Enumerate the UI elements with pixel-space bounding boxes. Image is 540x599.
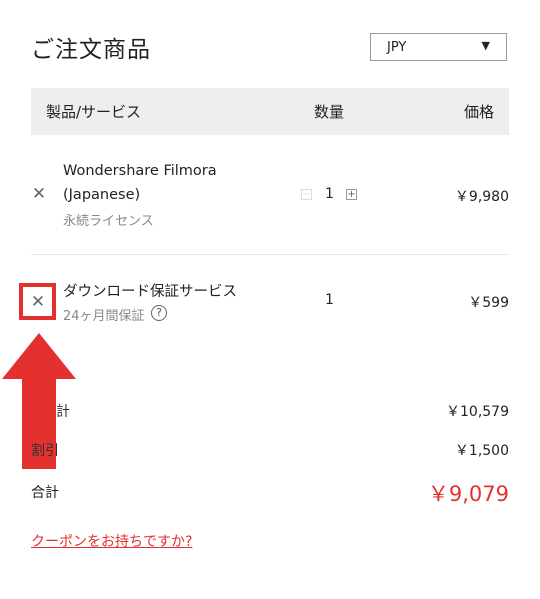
item-quantity: 1 <box>325 186 334 202</box>
total-value: ￥9,079 <box>427 482 509 506</box>
subtotal-value: ￥10,579 <box>446 404 509 420</box>
column-header-quantity: 数量 <box>314 103 345 121</box>
total-label: 合計 <box>31 485 59 501</box>
item-name-line1: ダウンロード保証サービス <box>63 284 237 300</box>
discount-label: 割引 <box>31 443 59 459</box>
page-title: ご注文商品 <box>31 37 151 63</box>
currency-select[interactable]: JPY ▼ <box>370 33 507 61</box>
column-header-product: 製品/サービス <box>46 103 142 121</box>
discount-value: ￥1,500 <box>454 443 509 459</box>
coupon-link[interactable]: クーポンをお持ちですか? <box>31 531 192 551</box>
annotation-highlight-box <box>19 283 56 320</box>
item-quantity: 1 <box>325 292 334 308</box>
item-name-line1: Wondershare Filmora <box>63 163 217 179</box>
table-header: 製品/サービス 数量 価格 <box>31 88 509 135</box>
column-header-price: 価格 <box>463 103 494 121</box>
item-subtitle: 永続ライセンス <box>63 214 154 229</box>
item-subtitle: 24ヶ月間保証 <box>63 309 145 324</box>
currency-value: JPY <box>387 40 407 55</box>
item-price: ￥599 <box>468 295 509 311</box>
item-price: ￥9,980 <box>454 189 509 205</box>
item-name-line2: (Japanese) <box>63 187 141 203</box>
caret-down-icon: ▼ <box>481 39 490 52</box>
remove-item-icon[interactable]: ✕ <box>29 184 49 204</box>
row-divider <box>31 254 509 255</box>
help-icon[interactable]: ? <box>151 305 167 321</box>
subtotal-label: 計 <box>56 404 70 420</box>
qty-plus-icon[interactable]: + <box>346 189 357 200</box>
qty-minus-icon[interactable]: − <box>301 189 312 200</box>
